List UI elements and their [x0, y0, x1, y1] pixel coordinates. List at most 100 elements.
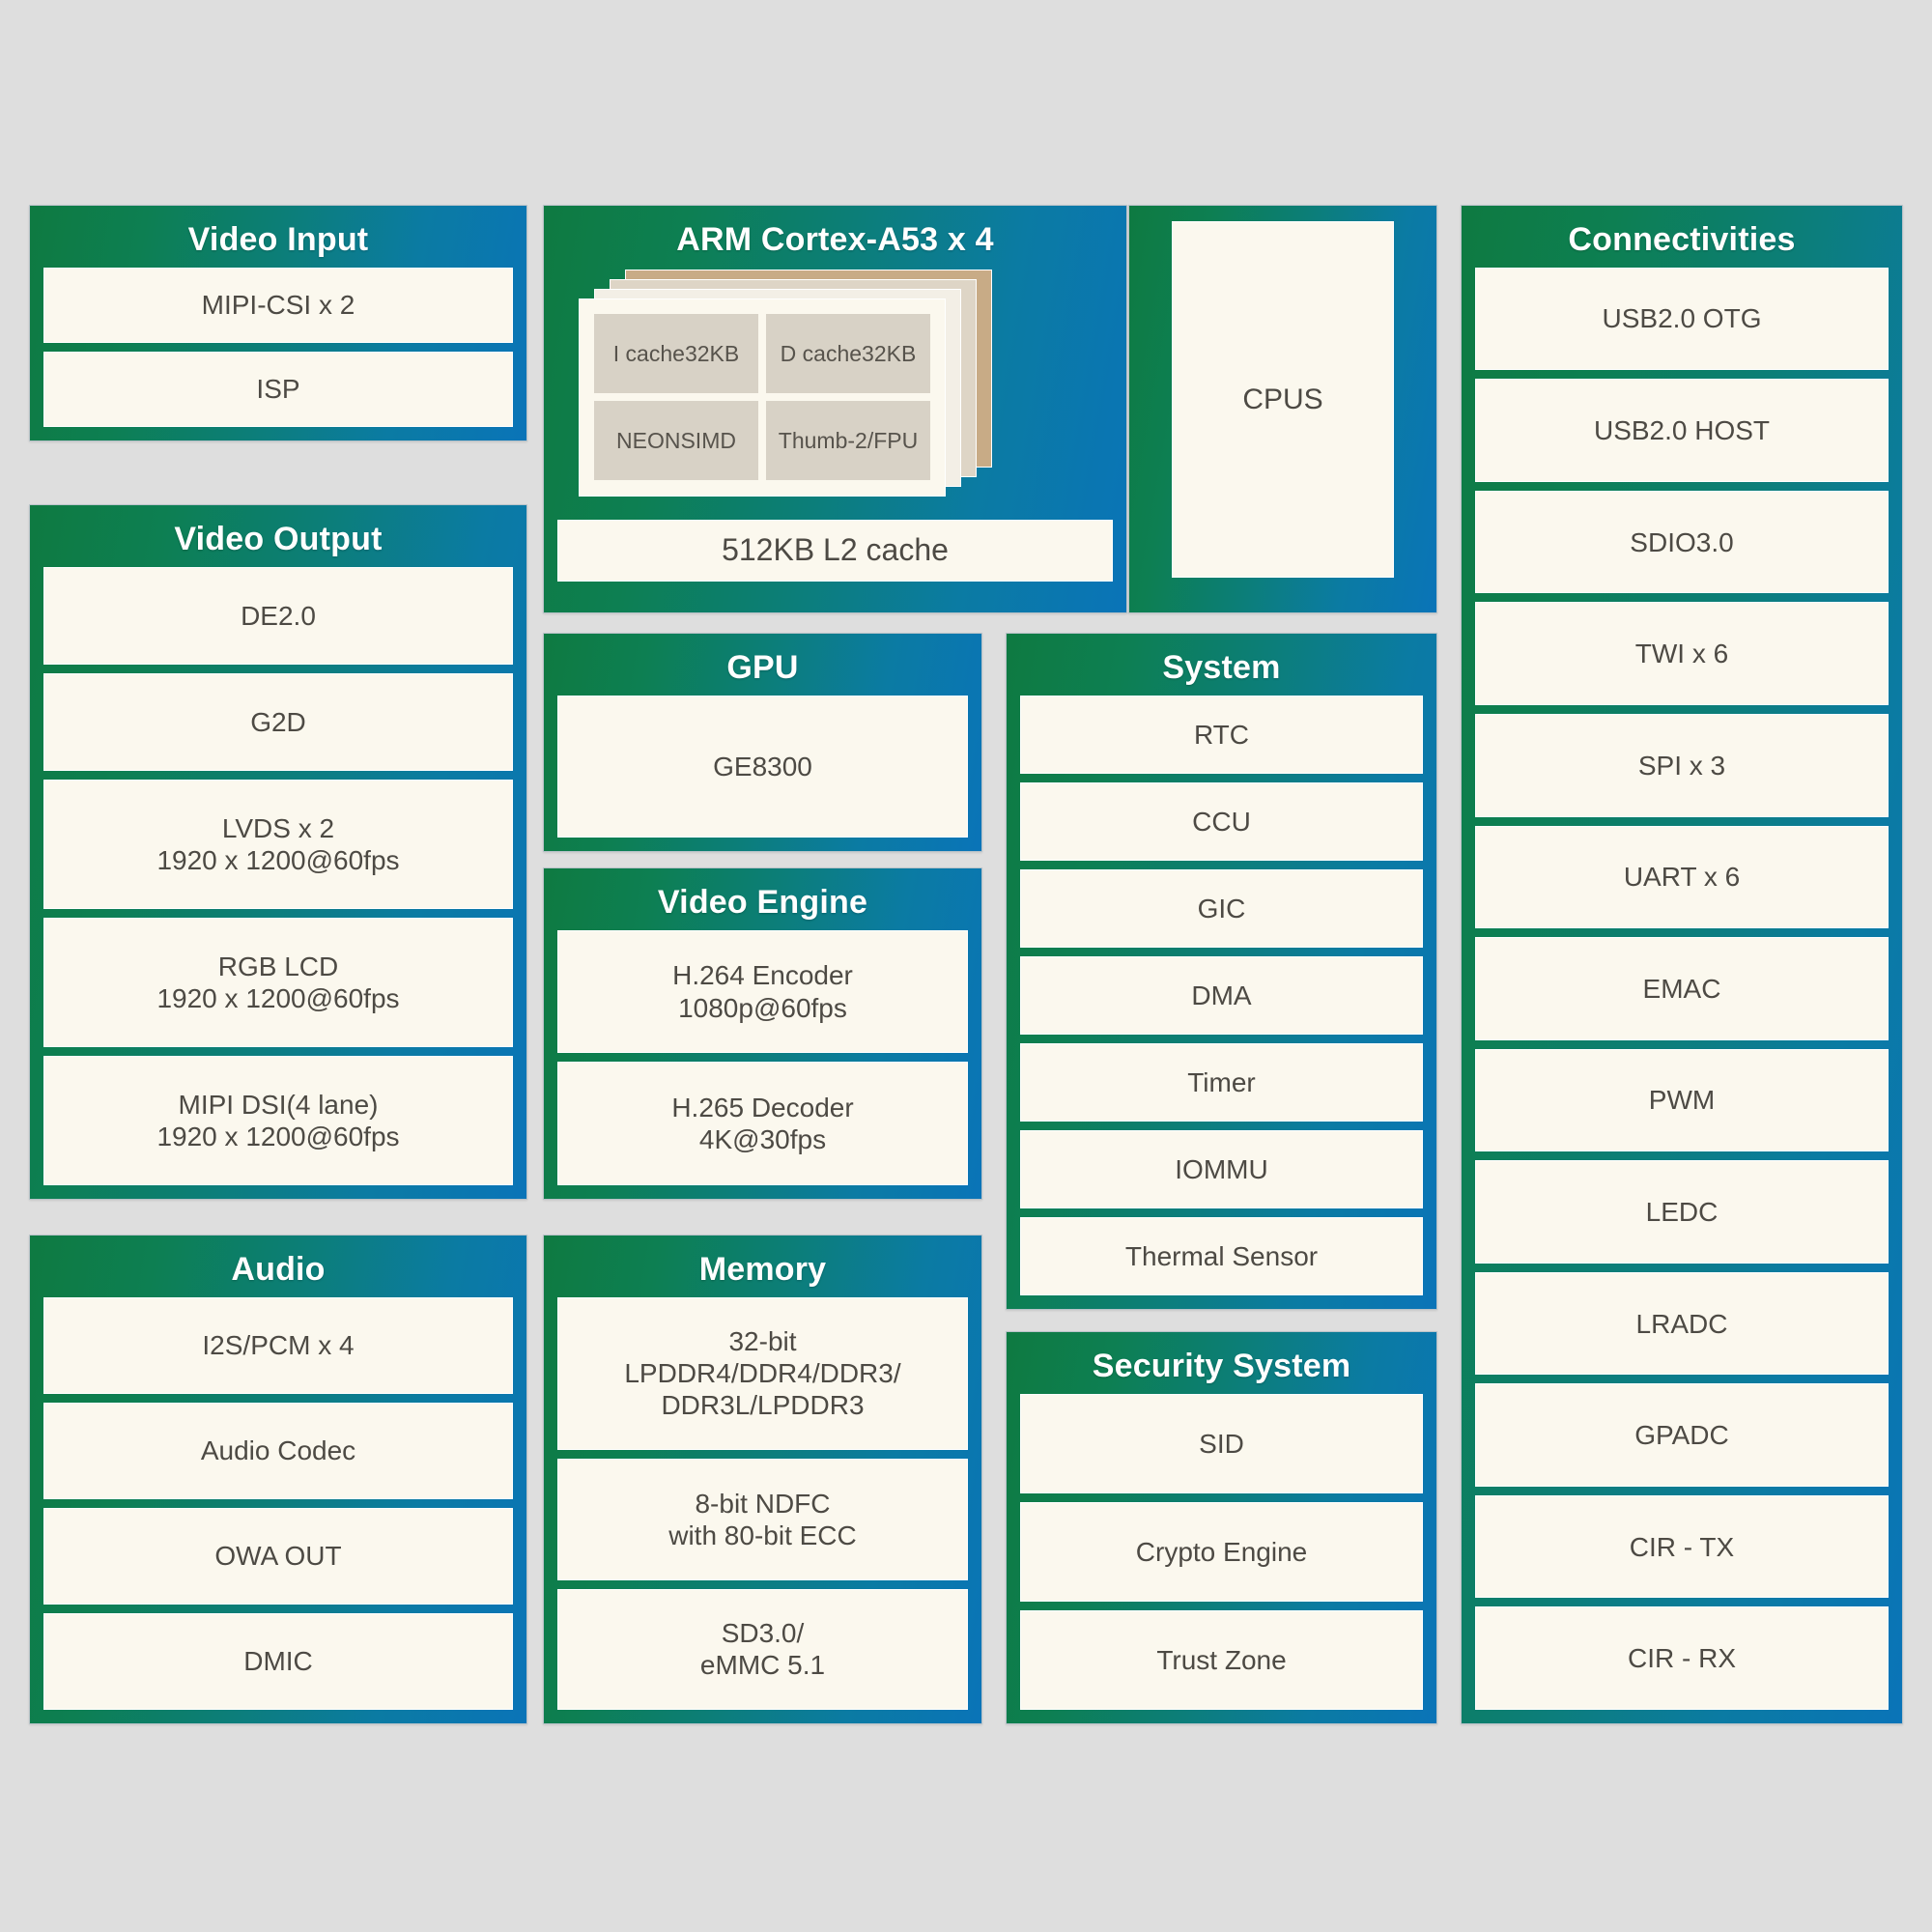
- feature-item[interactable]: H.265 Decoder 4K@30fps: [557, 1062, 968, 1185]
- feature-item-line: Thermal Sensor: [1124, 1240, 1319, 1271]
- feature-item-line: UART x 6: [1623, 862, 1741, 893]
- cpu-feature-cell[interactable]: NEONSIMD: [594, 401, 758, 481]
- feature-item[interactable]: G2D: [43, 672, 513, 771]
- feature-item[interactable]: MIPI-CSI x 2: [43, 267, 513, 343]
- feature-item[interactable]: SD3.0/eMMC 5.1: [557, 1588, 968, 1710]
- feature-item-line: 32-bit: [728, 1326, 797, 1357]
- feature-item-line: CIR - RX: [1628, 1643, 1736, 1674]
- feature-item[interactable]: GPADC: [1475, 1383, 1889, 1487]
- block-arm-cortex-a53[interactable]: ARM Cortex-A53 x 4 I cache32KB D cache32K…: [543, 205, 1127, 613]
- feature-item[interactable]: 32-bit LPDDR4/DDR4/DDR3/DDR3L/LPDDR3: [557, 1296, 968, 1451]
- feature-item[interactable]: Timer: [1020, 1042, 1423, 1122]
- block-memory[interactable]: Memory 32-bit LPDDR4/DDR4/DDR3/DDR3L/LPDD…: [543, 1235, 982, 1724]
- feature-item[interactable]: SID: [1020, 1393, 1423, 1493]
- block-security-system[interactable]: Security System SID Crypto Engine Trust Zo…: [1006, 1331, 1437, 1724]
- feature-item[interactable]: Trust Zone: [1020, 1609, 1423, 1711]
- feature-item[interactable]: Thermal Sensor: [1020, 1216, 1423, 1296]
- cpu-feature-cell-label: I cache32KB: [613, 341, 739, 367]
- block-title-memory: Memory: [698, 1251, 827, 1288]
- feature-item-line: ISP: [256, 374, 300, 405]
- cpu-feature-cell-label: NEONSIMD: [616, 428, 736, 454]
- block-title-connectivities: Connectivities: [1568, 221, 1796, 258]
- feature-item-line: TWI x 6: [1634, 639, 1729, 669]
- feature-item-label: H.264 Encoder 1080p@60fps: [672, 959, 853, 1023]
- feature-item[interactable]: TWI x 6: [1475, 602, 1889, 705]
- feature-item-line: 4K@30fps: [698, 1124, 827, 1155]
- feature-item-line: with 80-bit ECC: [668, 1520, 857, 1550]
- feature-item-line: LEDC: [1645, 1196, 1719, 1227]
- feature-item-label: CIR - RX: [1628, 1642, 1736, 1674]
- feature-item[interactable]: 8-bit NDFC with 80-bit ECC: [557, 1459, 968, 1580]
- feature-item[interactable]: UART x 6: [1475, 825, 1889, 929]
- cpu-feature-cell[interactable]: D cache32KB: [766, 314, 930, 394]
- feature-item[interactable]: Crypto Engine: [1020, 1501, 1423, 1602]
- cpu-feature-cell-line: Thumb-2: [778, 427, 867, 453]
- feature-item-label: Thermal Sensor: [1125, 1240, 1318, 1272]
- cpu-feature-cell-line: I cache: [612, 340, 685, 366]
- feature-item[interactable]: LRADC: [1475, 1271, 1889, 1376]
- block-connectivities[interactable]: Connectivities USB2.0 OTG USB2.0 HOST SDIO…: [1461, 205, 1903, 1724]
- feature-item-label: OWA OUT: [214, 1540, 341, 1572]
- feature-item[interactable]: DMIC: [43, 1612, 513, 1710]
- feature-item-label: DE2.0: [241, 600, 316, 632]
- feature-item-line: MIPI DSI(4 lane): [178, 1089, 379, 1120]
- block-title-video-engine: Video Engine: [657, 884, 868, 921]
- block-system[interactable]: System RTC CCU GIC DMA Timer IOMMU Thermal Sen…: [1006, 633, 1437, 1310]
- feature-item[interactable]: DE2.0: [43, 566, 513, 665]
- feature-item-line: I2S/PCM x 4: [202, 1330, 355, 1361]
- feature-item-line: Crypto Engine: [1135, 1536, 1308, 1567]
- block-video-output[interactable]: Video Output DE2.0 G2D LVDS x 2 1920 x 1200…: [29, 504, 527, 1200]
- feature-item[interactable]: GE8300: [557, 695, 968, 838]
- block-audio[interactable]: Audio I2S/PCM x 4 Audio Codec OWA OUT DMIC: [29, 1235, 527, 1724]
- feature-item-line: DMA: [1191, 980, 1252, 1010]
- feature-item-label: ISP: [256, 373, 299, 405]
- feature-item-line: SPI x 3: [1637, 750, 1726, 781]
- feature-item[interactable]: GIC: [1020, 868, 1423, 948]
- feature-item-label: GE8300: [713, 751, 812, 782]
- block-cpus[interactable]: CPUS: [1128, 205, 1437, 613]
- feature-item[interactable]: SDIO3.0: [1475, 490, 1889, 594]
- feature-item[interactable]: RGB LCD 1920 x 1200@60fps: [43, 917, 513, 1047]
- feature-item-label: IOMMU: [1175, 1153, 1267, 1185]
- feature-item[interactable]: EMAC: [1475, 937, 1889, 1040]
- cpu-feature-cell-line: D cache: [780, 340, 863, 366]
- feature-item[interactable]: CCU: [1020, 781, 1423, 861]
- feature-item[interactable]: LEDC: [1475, 1160, 1889, 1264]
- feature-item-label: RTC: [1194, 719, 1249, 751]
- block-title-arm-cortex-a53: ARM Cortex-A53 x 4: [676, 221, 994, 258]
- feature-item-label: H.265 Decoder 4K@30fps: [671, 1092, 853, 1155]
- cpu-feature-cell[interactable]: Thumb-2/FPU: [766, 401, 930, 481]
- feature-item[interactable]: RTC: [1020, 695, 1423, 774]
- feature-item-label: Trust Zone: [1156, 1644, 1286, 1676]
- feature-item[interactable]: CIR - RX: [1475, 1606, 1889, 1710]
- feature-item-line: CCU: [1192, 806, 1251, 837]
- feature-item[interactable]: I2S/PCM x 4: [43, 1296, 513, 1394]
- feature-item[interactable]: MIPI DSI(4 lane) 1920 x 1200@60fps: [43, 1055, 513, 1186]
- feature-item[interactable]: ISP: [43, 351, 513, 427]
- feature-item[interactable]: OWA OUT: [43, 1507, 513, 1605]
- feature-item[interactable]: DMA: [1020, 955, 1423, 1035]
- feature-item[interactable]: PWM: [1475, 1048, 1889, 1152]
- feature-item[interactable]: CIR - TX: [1475, 1494, 1889, 1599]
- feature-item-line: SD3.0/: [721, 1618, 805, 1649]
- feature-item-line: eMMC 5.1: [699, 1650, 826, 1681]
- feature-item[interactable]: H.264 Encoder 1080p@60fps: [557, 929, 968, 1054]
- feature-item[interactable]: Audio Codec: [43, 1402, 513, 1499]
- cpu-feature-cell[interactable]: I cache32KB: [594, 314, 758, 394]
- feature-item[interactable]: USB2.0 OTG: [1475, 267, 1889, 371]
- feature-item[interactable]: SPI x 3: [1475, 713, 1889, 817]
- feature-item-line: RGB LCD: [217, 951, 339, 981]
- block-video-input[interactable]: Video Input MIPI-CSI x 2 ISP: [29, 205, 527, 441]
- feature-item-line: RTC: [1193, 719, 1250, 750]
- item-list-connectivities: USB2.0 OTG USB2.0 HOST SDIO3.0 TWI x 6 SPI x…: [1475, 267, 1889, 1710]
- feature-item-label: MIPI DSI(4 lane) 1920 x 1200@60fps: [156, 1089, 399, 1152]
- block-gpu[interactable]: GPU GE8300: [543, 633, 982, 852]
- item-list-audio: I2S/PCM x 4 Audio Codec OWA OUT DMIC: [43, 1296, 513, 1710]
- feature-item[interactable]: USB2.0 HOST: [1475, 379, 1889, 482]
- feature-item-line: Audio Codec: [200, 1435, 356, 1466]
- feature-item[interactable]: IOMMU: [1020, 1129, 1423, 1208]
- item-list-gpu: GE8300: [557, 695, 968, 838]
- feature-item[interactable]: LVDS x 2 1920 x 1200@60fps: [43, 779, 513, 909]
- block-video-engine[interactable]: Video Engine H.264 Encoder 1080p@60fps H.2…: [543, 867, 982, 1200]
- feature-item-line: DE2.0: [241, 600, 316, 631]
